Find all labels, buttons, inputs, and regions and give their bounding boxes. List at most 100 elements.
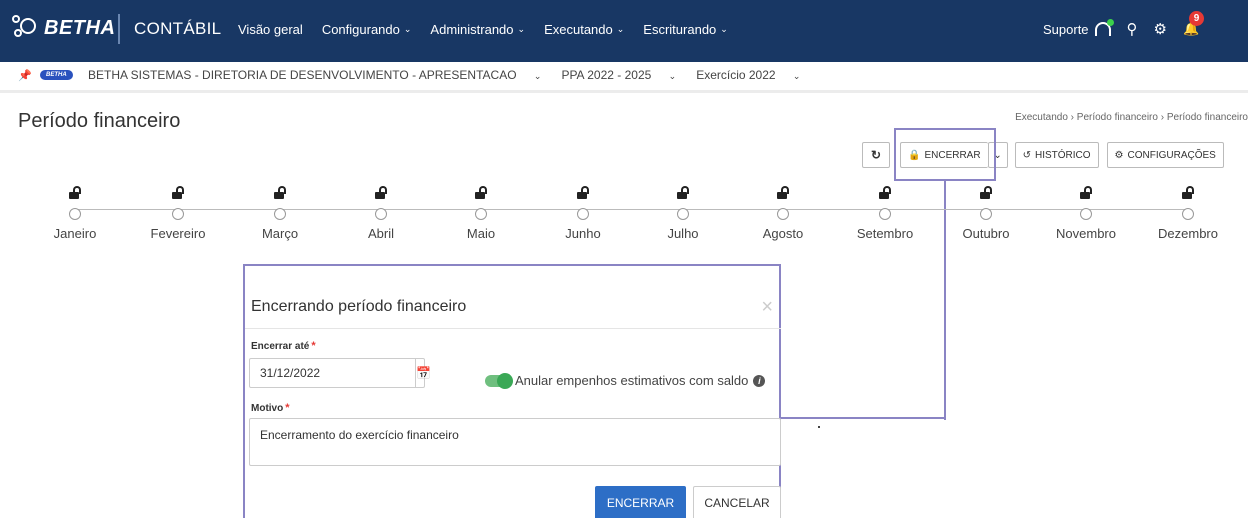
breadcrumb[interactable]: Executando › Período financeiro › Períod… bbox=[1015, 112, 1248, 123]
entity-label: BETHA SISTEMAS - DIRETORIA DE DESENVOLVI… bbox=[88, 68, 517, 82]
month-label: Julho bbox=[667, 226, 699, 241]
info-icon[interactable]: i bbox=[753, 374, 766, 387]
notifications-button[interactable]: 🔔 9 bbox=[1183, 11, 1204, 37]
menu-escriturando[interactable]: Escriturando ⌄ bbox=[643, 22, 728, 37]
timeline-node bbox=[475, 208, 487, 220]
month-label: Março bbox=[261, 226, 299, 241]
timeline-node bbox=[375, 208, 387, 220]
timeline-node bbox=[677, 208, 689, 220]
calendar-icon[interactable]: 📅 bbox=[415, 359, 431, 387]
reason-label-text: Motivo bbox=[251, 403, 284, 414]
toggle-label: Anular empenhos estimativos com saldo bbox=[515, 373, 749, 388]
month-label: Janeiro bbox=[53, 226, 97, 241]
annotation-highlight-box bbox=[894, 128, 996, 181]
notification-badge: 9 bbox=[1189, 11, 1204, 26]
unlocked-icon bbox=[577, 186, 589, 200]
unlocked-icon bbox=[879, 186, 891, 200]
chevron-down-icon: ⌄ bbox=[533, 71, 542, 81]
headset-icon bbox=[1094, 19, 1114, 36]
timeline-node bbox=[1182, 208, 1194, 220]
chevron-down-icon: ⌄ bbox=[792, 71, 801, 81]
menu-label: Administrando bbox=[430, 22, 514, 37]
timeline-node bbox=[69, 208, 81, 220]
modal-header-divider bbox=[245, 328, 781, 329]
main-menu: Visão geral Configurando ⌄ Administrando ⌄… bbox=[238, 22, 747, 37]
entity-selector[interactable]: BETHA SISTEMAS - DIRETORIA DE DESENVOLVI… bbox=[88, 68, 551, 82]
stray-dot bbox=[818, 426, 820, 428]
app-name[interactable]: CONTÁBIL bbox=[134, 19, 221, 39]
betha-logo[interactable]: BETHA bbox=[12, 15, 115, 41]
month-label: Maio bbox=[466, 226, 496, 241]
month-janeiro[interactable]: Janeiro bbox=[35, 186, 115, 241]
toggle-knob bbox=[497, 372, 513, 389]
close-period-modal: Encerrando período financeiro × Encerrar… bbox=[243, 264, 781, 518]
unlocked-icon bbox=[777, 186, 789, 200]
close-icon[interactable]: × bbox=[761, 296, 773, 319]
month-label: Setembro bbox=[856, 226, 914, 241]
menu-label: Configurando bbox=[321, 22, 400, 37]
timeline-node bbox=[980, 208, 992, 220]
page-title: Período financeiro bbox=[18, 110, 181, 132]
month-label: Fevereiro bbox=[150, 226, 206, 241]
unlocked-icon bbox=[69, 186, 81, 200]
menu-visao-geral[interactable]: Visão geral bbox=[238, 22, 303, 37]
history-button[interactable]: ↺ HISTÓRICO bbox=[1014, 142, 1099, 168]
month-setembro[interactable]: Setembro bbox=[845, 186, 925, 241]
menu-label: Escriturando bbox=[643, 22, 717, 37]
cancel-commitments-toggle[interactable] bbox=[485, 372, 513, 389]
month-label: Agosto bbox=[762, 226, 804, 241]
unlocked-icon bbox=[475, 186, 487, 200]
refresh-button[interactable]: ↻ bbox=[862, 142, 890, 168]
online-status-dot bbox=[1106, 19, 1114, 26]
cancel-commitments-toggle-group: Anular empenhos estimativos com saldo i bbox=[485, 372, 766, 389]
top-navbar: BETHA CONTÁBIL Visão geral Configurando ⌄… bbox=[0, 0, 1248, 62]
month-outubro[interactable]: Outubro bbox=[946, 186, 1026, 241]
month-label: Outubro bbox=[962, 226, 1010, 241]
month-label: Abril bbox=[367, 226, 394, 241]
history-label: HISTÓRICO bbox=[1034, 149, 1091, 161]
timeline-node bbox=[777, 208, 789, 220]
timeline-node bbox=[577, 208, 589, 220]
ppa-selector[interactable]: PPA 2022 - 2025 ⌄ bbox=[561, 68, 686, 82]
month-marco[interactable]: Março bbox=[240, 186, 320, 241]
close-until-input[interactable] bbox=[250, 359, 415, 387]
month-dezembro[interactable]: Dezembro bbox=[1148, 186, 1228, 241]
search-icon[interactable]: ⚲ bbox=[1127, 20, 1138, 38]
pin-icon[interactable]: 📌 bbox=[18, 69, 32, 82]
chevron-down-icon: ⌄ bbox=[403, 24, 412, 34]
confirm-close-button[interactable]: ENCERRAR bbox=[595, 486, 686, 518]
month-agosto[interactable]: Agosto bbox=[743, 186, 823, 241]
month-abril[interactable]: Abril bbox=[341, 186, 421, 241]
ppa-label: PPA 2022 - 2025 bbox=[561, 68, 652, 82]
nav-right-actions: Suporte ⚲ ⚙ 🔔 9 bbox=[1043, 11, 1204, 38]
refresh-icon: ↻ bbox=[870, 148, 882, 162]
month-julho[interactable]: Julho bbox=[643, 186, 723, 241]
required-marker: * bbox=[285, 402, 290, 414]
month-label: Junho bbox=[565, 226, 601, 241]
close-until-date-field: 📅 bbox=[249, 358, 431, 388]
month-timeline: Janeiro Fevereiro Março Abril Maio Junho… bbox=[0, 186, 1248, 246]
timeline-node bbox=[879, 208, 891, 220]
gears-icon[interactable]: ⚙ bbox=[1154, 20, 1167, 38]
settings-button[interactable]: ⚙ CONFIGURAÇÕES bbox=[1106, 142, 1224, 168]
cancel-button[interactable]: CANCELAR bbox=[693, 486, 781, 518]
chevron-down-icon: ⌄ bbox=[616, 24, 625, 34]
reason-textarea[interactable]: Encerramento do exercício financeiro bbox=[249, 418, 781, 466]
brand-name: BETHA bbox=[44, 16, 116, 39]
menu-configurando[interactable]: Configurando ⌄ bbox=[322, 22, 412, 37]
menu-executando[interactable]: Executando ⌄ bbox=[544, 22, 624, 37]
support-button[interactable]: Suporte bbox=[1043, 19, 1114, 37]
chevron-down-icon: ⌄ bbox=[517, 24, 526, 34]
month-fevereiro[interactable]: Fevereiro bbox=[138, 186, 218, 241]
month-novembro[interactable]: Novembro bbox=[1046, 186, 1126, 241]
month-junho[interactable]: Junho bbox=[543, 186, 623, 241]
context-divider bbox=[0, 90, 1248, 93]
exercise-selector[interactable]: Exercício 2022 ⌄ bbox=[696, 68, 810, 82]
month-maio[interactable]: Maio bbox=[441, 186, 521, 241]
unlocked-icon bbox=[172, 186, 184, 200]
history-icon: ↺ bbox=[1022, 149, 1031, 161]
menu-administrando[interactable]: Administrando ⌄ bbox=[430, 22, 525, 37]
timeline-node bbox=[1080, 208, 1092, 220]
settings-label: CONFIGURAÇÕES bbox=[1127, 149, 1216, 161]
unlocked-icon bbox=[375, 186, 387, 200]
